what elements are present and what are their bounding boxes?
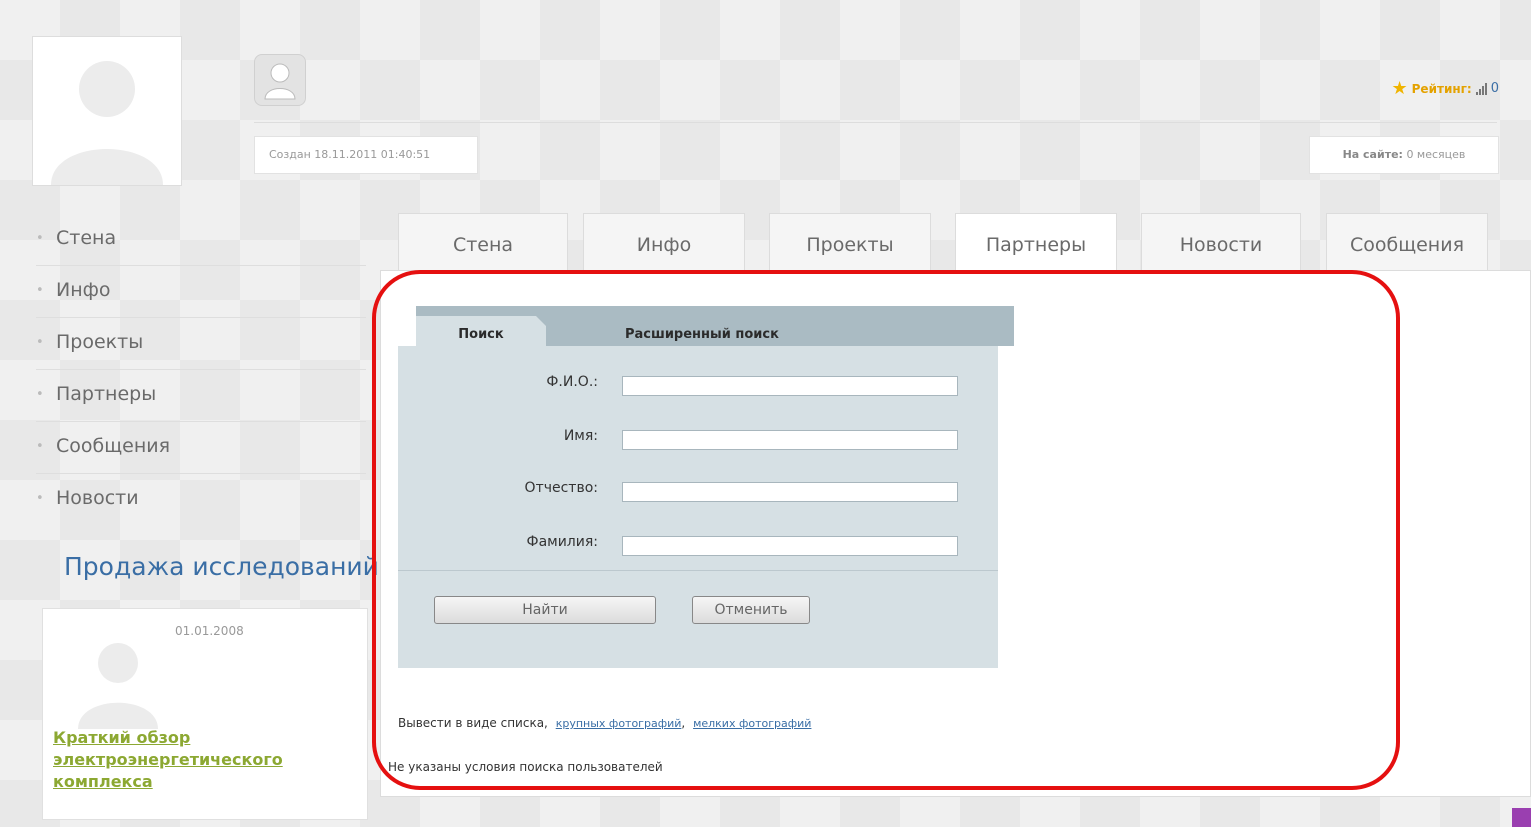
search-widget: Поиск Расширенный поиск Ф.И.О.: Имя: Отч…: [398, 306, 1014, 668]
tab-news[interactable]: Новости: [1141, 213, 1301, 271]
sidebar-item-messages[interactable]: Сообщения: [36, 422, 366, 474]
patronymic-row: Отчество:: [398, 476, 998, 504]
search-tab-basic[interactable]: Поиск: [416, 316, 546, 346]
search-tab-advanced[interactable]: Расширенный поиск: [625, 316, 779, 346]
online-duration: На сайте: 0 месяцев: [1309, 136, 1499, 174]
corner-marker: [1512, 808, 1531, 827]
last-name-label: Фамилия:: [526, 534, 598, 550]
empty-search-message: Не указаны условия поиска пользователей: [388, 760, 663, 774]
user-type-icon: [254, 54, 306, 106]
online-value: 0 месяцев: [1406, 148, 1466, 161]
sidebar-item-info[interactable]: Инфо: [36, 266, 366, 318]
sidebar-item-wall[interactable]: Стена: [36, 214, 366, 266]
tab-info[interactable]: Инфо: [583, 213, 745, 271]
tab-messages[interactable]: Сообщения: [1326, 213, 1488, 271]
search-form: Ф.И.О.: Имя: Отчество: Фамилия: Найти От…: [398, 346, 998, 668]
view-large-photos-link[interactable]: крупных фотографий: [556, 717, 682, 730]
search-tabs-bar: Поиск Расширенный поиск: [416, 306, 1014, 346]
sidebar-item-projects[interactable]: Проекты: [36, 318, 366, 370]
view-prefix: Вывести в виде списка,: [398, 716, 548, 730]
fio-input[interactable]: [622, 376, 958, 396]
sidebar-item-news[interactable]: Новости: [36, 474, 366, 525]
tab-wall[interactable]: Стена: [398, 213, 568, 271]
cancel-button[interactable]: Отменить: [692, 596, 810, 624]
view-separator: ,: [681, 716, 686, 730]
fio-row: Ф.И.О.:: [398, 370, 998, 398]
sales-article-link[interactable]: Краткий обзор электроэнергетического ком…: [53, 727, 353, 793]
header-divider: [254, 122, 1497, 123]
view-small-photos-link[interactable]: мелких фотографий: [693, 717, 811, 730]
tab-projects[interactable]: Проекты: [769, 213, 931, 271]
star-icon: ★: [1391, 78, 1408, 99]
search-divider: [398, 570, 998, 571]
profile-avatar: [32, 36, 182, 186]
fio-label: Ф.И.О.:: [546, 374, 598, 390]
signal-bars-icon: [1475, 82, 1487, 95]
rating: ★ Рейтинг: 0: [1392, 78, 1500, 99]
sales-section-title: Продажа исследований: [64, 552, 379, 581]
online-label: На сайте:: [1342, 148, 1403, 161]
find-button[interactable]: Найти: [434, 596, 656, 624]
rating-label: Рейтинг:: [1411, 81, 1472, 96]
created-date: Создан 18.11.2011 01:40:51: [254, 136, 478, 174]
first-name-input[interactable]: [622, 430, 958, 450]
sales-date: 01.01.2008: [175, 624, 244, 638]
sidebar-item-partners[interactable]: Партнеры: [36, 370, 366, 422]
first-name-label: Имя:: [563, 428, 598, 444]
view-options: Вывести в виде списка, крупных фотографи…: [398, 716, 811, 730]
first-name-row: Имя:: [398, 424, 998, 452]
last-name-input[interactable]: [622, 536, 958, 556]
patronymic-input[interactable]: [622, 482, 958, 502]
last-name-row: Фамилия:: [398, 530, 998, 558]
tab-partners[interactable]: Партнеры: [955, 213, 1117, 272]
sidebar-nav: Стена Инфо Проекты Партнеры Сообщения Но…: [36, 214, 366, 525]
rating-value: 0: [1490, 81, 1499, 96]
avatar-placeholder-icon: [51, 61, 163, 185]
patronymic-label: Отчество:: [524, 480, 598, 496]
sales-card: 01.01.2008 Краткий обзор электроэнергети…: [42, 608, 368, 820]
article-avatar-icon: [78, 643, 158, 729]
